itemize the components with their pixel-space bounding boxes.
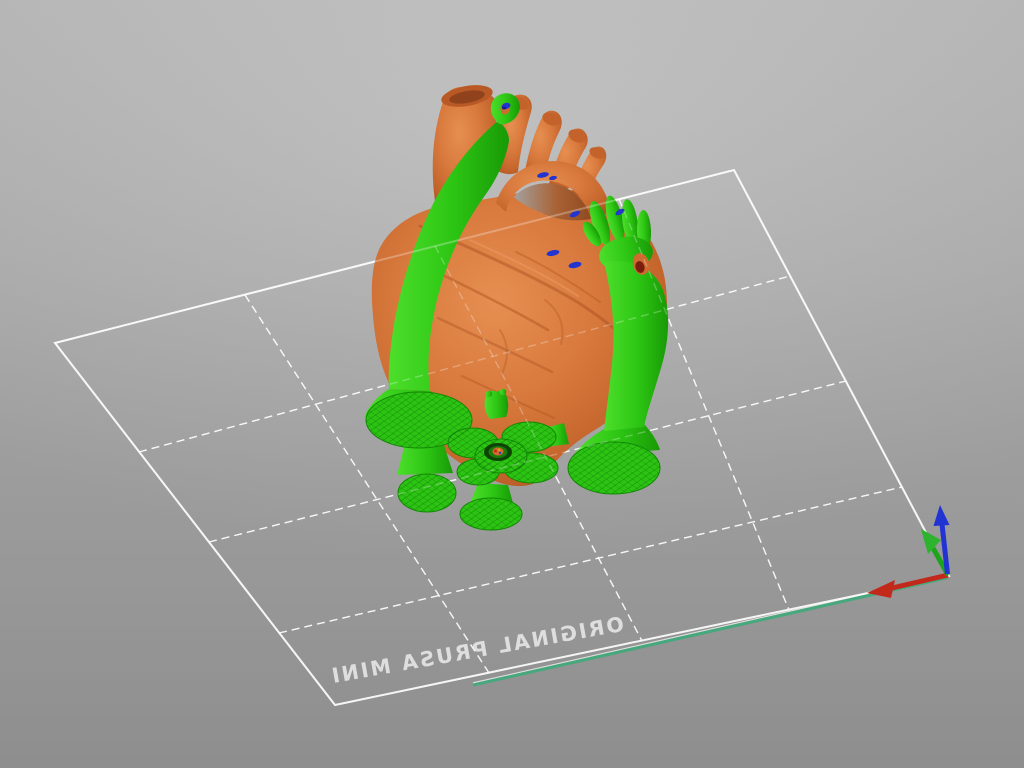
scene-canvas[interactable]: ORIGINAL PRUSA MINI <box>0 0 1024 768</box>
axes-indicator <box>867 505 950 598</box>
x-axis-arrow <box>867 575 948 598</box>
center-pad-ring <box>484 443 512 461</box>
bed-brand-label: ORIGINAL PRUSA MINI <box>328 612 626 688</box>
slicer-3d-viewport[interactable]: ORIGINAL PRUSA MINI <box>0 0 1024 768</box>
